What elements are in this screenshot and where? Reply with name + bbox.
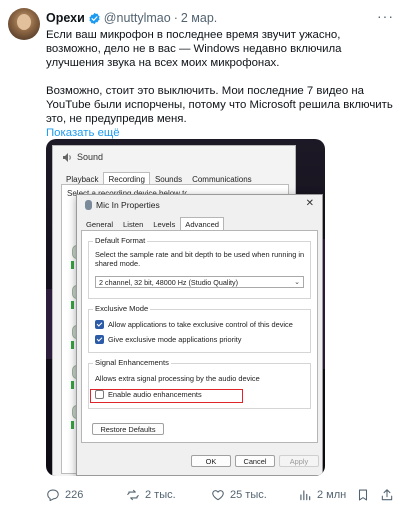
highlight-box (90, 389, 243, 403)
device-status-icon (71, 421, 74, 429)
tweet-text: Если ваш микрофон в последнее время звуч… (46, 28, 394, 140)
device-status-icon (71, 381, 74, 389)
reply-icon (47, 489, 59, 502)
speaker-icon (63, 152, 71, 162)
restore-defaults-button[interactable]: Restore Defaults (92, 423, 164, 435)
repost-count: 2 тыс. (145, 489, 176, 501)
tweet-paragraph-1: Если ваш микрофон в последнее время звуч… (46, 29, 342, 69)
mic-dialog-title: Mic In Properties (85, 200, 160, 210)
more-options-icon[interactable]: ··· (377, 8, 394, 24)
share-button[interactable] (380, 488, 394, 502)
author-name[interactable]: Орехи (46, 11, 85, 25)
signal-enhancements-description: Allows extra signal processing by the au… (95, 374, 260, 383)
advanced-panel: Default Format Select the sample rate an… (81, 230, 318, 443)
repost-button[interactable]: 2 тыс. (126, 488, 176, 502)
views-chart-icon (300, 490, 311, 501)
tweet-actions: 226 2 тыс. 25 тыс. 2 млн (46, 488, 396, 506)
show-more-link[interactable]: Показать ещё (46, 126, 394, 140)
apply-button[interactable]: Apply (279, 455, 319, 467)
allow-exclusive-label: Allow applications to take exclusive con… (108, 320, 293, 329)
chevron-down-icon: ⌄ (294, 279, 300, 286)
mic-dialog-title-text: Mic In Properties (96, 200, 160, 210)
tweet-paragraph-2: Возможно, стоит это выключить. Мои после… (46, 85, 393, 125)
device-status-icon (71, 261, 74, 269)
give-priority-checkbox[interactable] (95, 335, 104, 344)
exclusive-mode-title: Exclusive Mode (93, 304, 151, 313)
reply-button[interactable]: 226 (46, 488, 83, 502)
tweet-date[interactable]: 2 мар. (181, 11, 217, 25)
tweet-header: Орехи @nuttylmao · 2 мар. (46, 9, 392, 27)
signal-enhancements-title: Signal Enhancements (93, 358, 171, 367)
give-priority-label: Give exclusive mode applications priorit… (108, 335, 242, 344)
heart-icon (212, 490, 224, 501)
default-format-title: Default Format (93, 236, 148, 245)
default-format-description: Select the sample rate and bit depth to … (95, 250, 305, 268)
format-select-value: 2 channel, 32 bit, 48000 Hz (Studio Qual… (99, 278, 239, 287)
device-status-icon (71, 301, 74, 309)
bookmark-button[interactable] (356, 488, 370, 502)
allow-exclusive-option[interactable]: Allow applications to take exclusive con… (95, 320, 293, 329)
like-count: 25 тыс. (230, 489, 267, 501)
author-avatar[interactable] (8, 8, 40, 40)
microphone-icon (85, 200, 92, 210)
device-status-icon (71, 341, 74, 349)
format-select[interactable]: 2 channel, 32 bit, 48000 Hz (Studio Qual… (95, 276, 304, 288)
allow-exclusive-checkbox[interactable] (95, 320, 104, 329)
close-icon[interactable]: ✕ (306, 198, 314, 209)
exclusive-mode-group: Exclusive Mode Allow applications to tak… (88, 304, 311, 353)
tweet-media-image[interactable]: Sound Playback Recording Sounds Communic… (46, 139, 325, 476)
like-button[interactable]: 25 тыс. (211, 488, 267, 502)
repost-icon (127, 489, 139, 501)
reply-count: 226 (65, 489, 84, 501)
ok-button[interactable]: OK (191, 455, 231, 467)
verified-badge-icon (89, 12, 100, 24)
separator-dot: · (173, 11, 178, 25)
sound-title-text: Sound (77, 152, 104, 162)
author-handle[interactable]: @nuttylmao (104, 11, 171, 25)
cancel-button[interactable]: Cancel (235, 455, 275, 467)
give-priority-option[interactable]: Give exclusive mode applications priorit… (95, 335, 242, 344)
share-icon (381, 489, 393, 501)
views-button[interactable]: 2 млн (298, 488, 346, 502)
mic-properties-dialog: Mic In Properties ✕ General Listen Level… (76, 194, 323, 476)
sound-window-title: Sound (63, 152, 103, 162)
default-format-group: Default Format Select the sample rate an… (88, 236, 311, 299)
views-count: 2 млн (317, 489, 347, 501)
bookmark-icon (358, 489, 368, 501)
